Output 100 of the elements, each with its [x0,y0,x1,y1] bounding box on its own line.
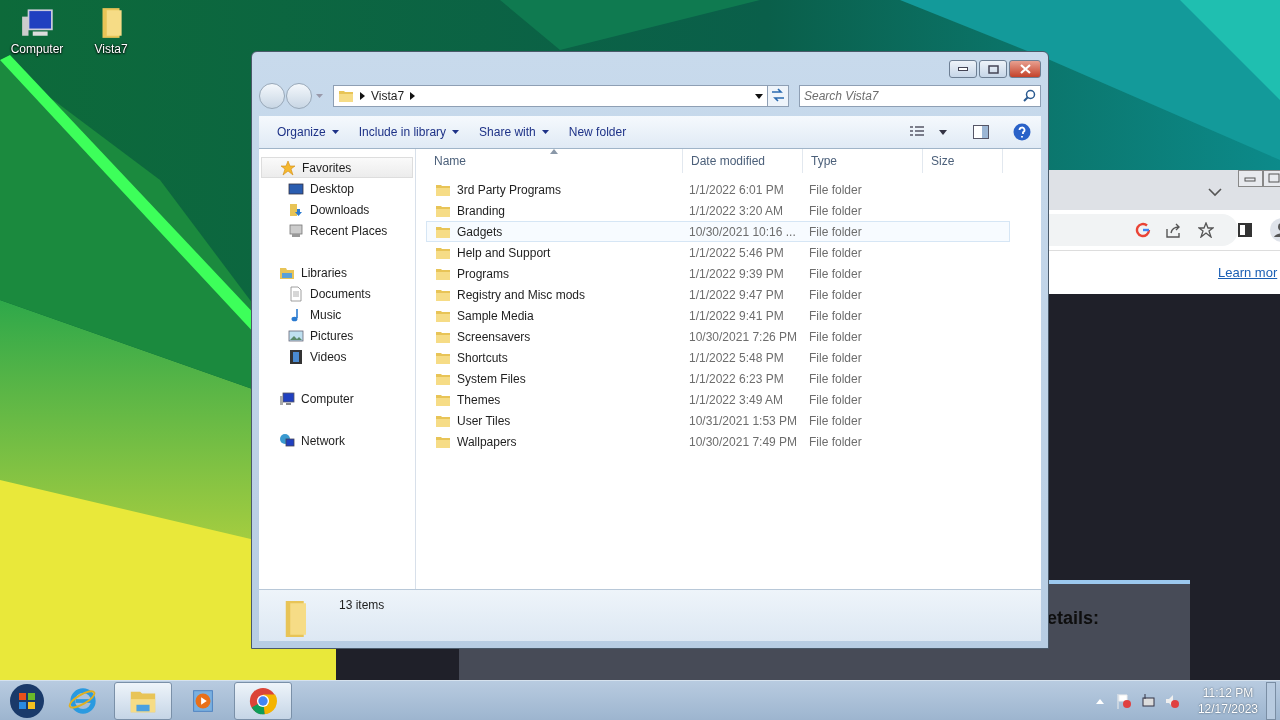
file-row[interactable]: Help and Support 1/1/2022 5:46 PM File folder [426,242,1010,263]
caret-icon[interactable] [939,129,947,135]
column-header[interactable]: Name [426,149,683,173]
file-name: 3rd Party Programs [457,182,562,197]
desktop-icon-label[interactable]: Vista7 [94,42,128,56]
dropdown-icon[interactable] [755,93,763,99]
chevron-down-icon[interactable] [1208,188,1222,197]
nav-item[interactable]: Music [259,304,415,325]
star-icon[interactable] [1198,222,1214,238]
type-cell-text: File folder [808,329,863,344]
folder-icon [338,88,354,104]
side-panel-icon[interactable] [1238,223,1252,237]
film-icon [288,348,304,365]
search-field[interactable]: Search Vista7 [799,85,1041,107]
column-header[interactable]: Type [803,149,923,173]
preview-pane-icon[interactable] [973,125,989,139]
caret-icon [331,130,339,134]
picture-icon [288,327,304,344]
toolbar-button[interactable]: Include in library [350,121,468,143]
nav-item[interactable]: Desktop [259,178,415,199]
file-row[interactable]: Sample Media 1/1/2022 9:41 PM File folder [426,305,1010,326]
date-cell-text: 1/1/2022 3:20 AM [688,203,785,218]
star-icon [280,159,296,176]
nav-item[interactable]: Libraries [259,262,415,283]
file-row[interactable]: 3rd Party Programs 1/1/2022 6:01 PM File folder [426,179,1010,200]
breadcrumb-arrow-icon[interactable] [360,92,365,100]
type-cell-text: File folder [808,287,863,302]
toolbar-button[interactable]: New folder [560,121,635,143]
minimize-icon [958,67,968,71]
nav-item[interactable]: Favorites [261,157,413,178]
google-g-icon[interactable] [1135,222,1151,238]
nav-item[interactable]: Videos [259,346,415,367]
file-name: Shortcuts [457,350,508,365]
type-cell-text: File folder [808,224,863,239]
nav-item[interactable]: Pictures [259,325,415,346]
type-cell-text: File folder [808,203,863,218]
recent-places-icon [288,222,304,239]
file-name: System Files [457,371,526,386]
file-name: Themes [457,392,501,407]
date-cell-text: 1/1/2022 9:41 PM [688,308,785,323]
desktop-icon-label[interactable]: Computer [10,42,64,56]
view-list-icon[interactable] [909,126,925,138]
toolbar-button[interactable]: Share with [471,121,557,143]
maximize-button[interactable] [979,60,1007,78]
file-row[interactable]: Gadgets 10/30/2021 10:16 ... File folder [426,221,1010,242]
breadcrumb-arrow-icon[interactable] [410,92,416,100]
download-folder-icon [288,201,304,218]
column-header[interactable]: Date modified [683,149,803,173]
file-name: Programs [457,266,509,281]
monitor-icon [288,180,304,197]
document-icon [288,285,304,302]
start-button[interactable] [7,682,47,719]
window-controls-icon[interactable] [1238,170,1280,187]
close-button[interactable] [1009,60,1041,78]
network-icon[interactable] [1139,692,1156,709]
minimize-button[interactable] [949,60,977,78]
help-icon[interactable] [1013,123,1031,141]
taskbar-app-button[interactable] [234,681,292,720]
file-name: Help and Support [457,245,551,260]
file-row[interactable]: System Files 1/1/2022 6:23 PM File folder [426,368,1010,389]
column-header[interactable]: Size [923,149,1003,173]
toolbar-button[interactable]: Organize [269,121,347,143]
date-cell-text: 1/1/2022 9:39 PM [688,266,785,281]
taskbar-app-button[interactable] [114,681,172,720]
address-bar[interactable]: Vista7 [333,85,768,107]
file-row[interactable]: User Tiles 10/31/2021 1:53 PM File folder [426,410,1010,431]
date-cell-text: 1/1/2022 5:46 PM [688,245,785,260]
file-name: User Tiles [457,413,511,428]
file-row[interactable]: Shortcuts 1/1/2022 5:48 PM File folder [426,347,1010,368]
nav-item[interactable]: Recent Places [259,220,415,241]
dialog-heading: etails: [1047,608,1100,629]
date-cell-text: 1/1/2022 3:49 AM [688,392,785,407]
file-row[interactable]: Themes 1/1/2022 3:49 AM File folder [426,389,1010,410]
file-row[interactable]: Programs 1/1/2022 9:39 PM File folder [426,263,1010,284]
file-row[interactable]: Wallpapers 10/30/2021 7:49 PM File folder [426,431,1010,452]
nav-item[interactable]: Downloads [259,199,415,220]
close-icon [1019,64,1031,74]
file-row[interactable]: Branding 1/1/2022 3:20 AM File folder [426,200,1010,221]
nav-item[interactable]: Computer [259,388,415,409]
sort-arrow-icon [550,149,558,154]
type-cell-text: File folder [808,245,863,260]
file-name: Gadgets [457,224,503,239]
nav-item[interactable]: Documents [259,283,415,304]
share-icon[interactable] [1165,222,1182,238]
date-cell-text: 1/1/2022 5:48 PM [688,350,785,365]
date-cell-text: 1/1/2022 9:47 PM [688,287,785,302]
search-icon [1023,89,1036,102]
file-name: Registry and Misc mods [457,287,586,302]
type-cell-text: File folder [808,434,863,449]
file-row[interactable]: Screensavers 10/30/2021 7:26 PM File folder [426,326,1010,347]
network-icon [279,432,295,449]
date-cell-text: 10/30/2021 7:49 PM [688,434,799,449]
caret-icon [541,130,549,134]
breadcrumb[interactable]: Vista7 [371,89,405,103]
file-name: Wallpapers [457,434,517,449]
computer-icon [279,390,295,407]
flag-error-icon[interactable] [1115,692,1132,709]
learn-more-link[interactable]: Learn mor [1218,265,1278,280]
nav-item[interactable]: Network [259,430,415,451]
file-row[interactable]: Registry and Misc mods 1/1/2022 9:47 PM File folder [426,284,1010,305]
